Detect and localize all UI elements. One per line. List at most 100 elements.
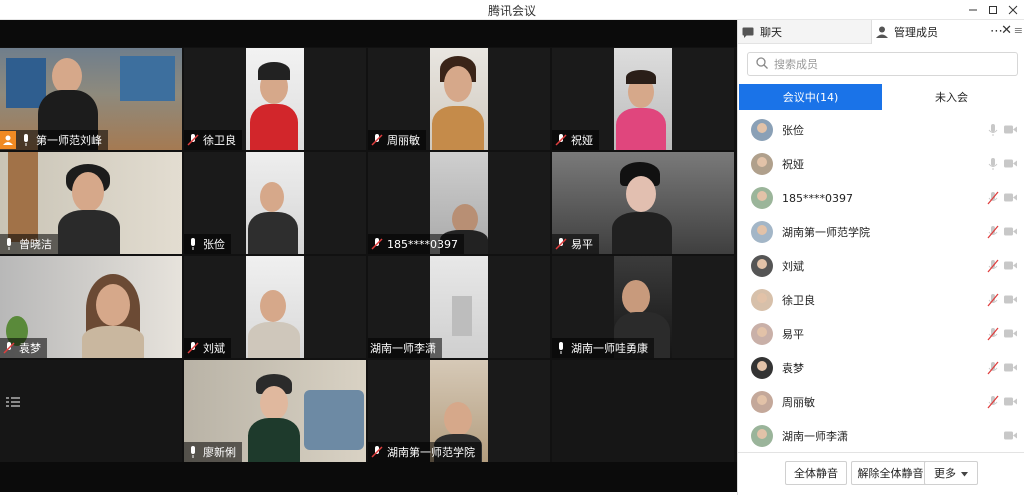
mute-all-button[interactable]: 全体静音	[785, 461, 847, 485]
video-tile[interactable]: 湖南一师哇勇康	[552, 256, 734, 358]
member-name: 湖南一师李潇	[782, 430, 848, 443]
member-row[interactable]: 湖南第一师范学院	[738, 215, 1024, 249]
tile-name-bar: 周丽敏	[368, 130, 426, 150]
member-list: 张俭祝娅 185****0397 湖南第一师范学院刘斌徐卫良易平袁梦周丽敏湖南一师李…	[738, 113, 1024, 453]
mic-muted-icon[interactable]	[987, 361, 999, 375]
mic-muted-icon[interactable]	[987, 259, 999, 273]
video-tile[interactable]: 周丽敏	[368, 48, 550, 150]
video-tile[interactable]: 廖新俐	[184, 360, 366, 462]
panel-close-icon[interactable]: ✕	[1001, 23, 1012, 38]
video-tile[interactable]: 刘斌	[184, 256, 366, 358]
list-view-icon[interactable]	[6, 396, 20, 412]
minimize-icon[interactable]	[963, 0, 983, 20]
mic-icon	[19, 133, 33, 147]
camera-icon[interactable]	[1004, 294, 1017, 305]
title-bar: 腾讯会议	[0, 0, 1024, 20]
avatar	[751, 391, 773, 413]
camera-icon[interactable]	[1004, 328, 1017, 339]
video-tile[interactable]: 曾晓洁	[0, 152, 182, 254]
mic-muted-icon	[554, 133, 568, 147]
avatar	[751, 187, 773, 209]
member-name: 刘斌	[782, 260, 804, 273]
mic-muted-icon[interactable]	[987, 327, 999, 341]
tile-name-bar: 袁梦	[0, 338, 47, 358]
mic-icon	[2, 237, 16, 251]
tile-name-bar: 张俭	[184, 234, 231, 254]
mic-muted-icon	[370, 237, 384, 251]
mic-muted-icon	[2, 341, 16, 355]
member-segments: 会议中(14) 未入会	[739, 84, 1021, 110]
mic-muted-icon[interactable]	[987, 293, 999, 307]
member-name: 祝娅	[782, 158, 804, 171]
mic-muted-icon	[186, 341, 200, 355]
member-row[interactable]: 185****0397	[738, 181, 1024, 215]
tab-chat[interactable]: 聊天	[738, 20, 871, 44]
member-search[interactable]	[747, 52, 1018, 76]
member-row[interactable]: 易平	[738, 317, 1024, 351]
mic-muted-icon	[554, 237, 568, 251]
tile-name-bar: 徐卫良	[184, 130, 242, 150]
tile-name-bar: 祝娅	[552, 130, 599, 150]
video-tile[interactable]: 祝娅	[552, 48, 734, 150]
video-tile[interactable]: 湖南一师李潇	[368, 256, 550, 358]
member-row[interactable]: 袁梦	[738, 351, 1024, 385]
member-name: 徐卫良	[782, 294, 815, 307]
avatar	[751, 255, 773, 277]
unmute-all-button[interactable]: 解除全体静音	[851, 461, 930, 485]
video-tile[interactable]: 185****0397	[368, 152, 550, 254]
camera-icon[interactable]	[1004, 396, 1017, 407]
tile-name-bar: 曾晓洁	[0, 234, 58, 254]
member-row[interactable]: 湖南一师李潇	[738, 419, 1024, 453]
video-tile[interactable]: 第一师范刘峰	[0, 48, 182, 150]
video-tile[interactable]: 湖南第一师范学院	[368, 360, 550, 462]
tab-not-joined[interactable]: 未入会	[882, 84, 1021, 110]
camera-icon[interactable]	[1004, 158, 1017, 169]
member-row[interactable]: 刘斌	[738, 249, 1024, 283]
camera-icon[interactable]	[1004, 430, 1017, 441]
menu-icon[interactable]: ≡	[1014, 24, 1023, 37]
camera-icon[interactable]	[1004, 260, 1017, 271]
more-button[interactable]: 更多	[924, 461, 978, 485]
mic-icon	[186, 445, 200, 459]
video-grid: 第一师范刘峰 徐卫良 周丽敏 祝娅 曾晓洁 张俭 185****0397 易平 …	[0, 48, 737, 462]
user-icon	[876, 25, 890, 39]
video-tile[interactable]: 袁梦	[0, 256, 182, 358]
camera-icon[interactable]	[1004, 226, 1017, 237]
tile-name-bar: 刘斌	[184, 338, 231, 358]
search-input[interactable]	[774, 57, 994, 71]
member-row[interactable]: 祝娅	[738, 147, 1024, 181]
avatar	[751, 153, 773, 175]
video-tile[interactable]: 易平	[552, 152, 734, 254]
panel-tabs: 聊天 管理成员 ⋯ ✕ ≡	[738, 20, 1024, 44]
window-title: 腾讯会议	[487, 4, 536, 18]
members-panel: 聊天 管理成员 ⋯ ✕ ≡ 会议中(14) 未入会 张俭祝娅 185****039…	[737, 20, 1024, 495]
avatar	[751, 357, 773, 379]
tile-name-bar: 185****0397	[368, 234, 464, 254]
member-row[interactable]: 周丽敏	[738, 385, 1024, 419]
maximize-icon[interactable]	[983, 0, 1003, 20]
video-top-band	[0, 20, 737, 47]
video-area: 第一师范刘峰 徐卫良 周丽敏 祝娅 曾晓洁 张俭 185****0397 易平 …	[0, 20, 737, 492]
panel-footer: 全体静音 解除全体静音 更多	[738, 452, 1024, 495]
camera-icon[interactable]	[1004, 124, 1017, 135]
mic-muted-icon[interactable]	[987, 395, 999, 409]
tab-in-meeting[interactable]: 会议中(14)	[739, 84, 882, 110]
video-tile[interactable]: 徐卫良	[184, 48, 366, 150]
mic-muted-icon	[370, 445, 384, 459]
video-tile[interactable]: 张俭	[184, 152, 366, 254]
video-tile-empty	[552, 360, 734, 462]
member-name: 周丽敏	[782, 396, 815, 409]
mic-icon[interactable]	[987, 157, 999, 171]
member-row[interactable]: 徐卫良	[738, 283, 1024, 317]
camera-icon[interactable]	[1004, 192, 1017, 203]
camera-icon[interactable]	[1004, 362, 1017, 373]
close-icon[interactable]	[1003, 0, 1023, 20]
mic-muted-icon[interactable]	[987, 225, 999, 239]
host-icon	[0, 131, 16, 149]
avatar	[751, 323, 773, 345]
mic-icon[interactable]	[987, 123, 999, 137]
avatar	[751, 289, 773, 311]
mic-muted-icon[interactable]	[987, 191, 999, 205]
member-row[interactable]: 张俭	[738, 113, 1024, 147]
member-name: 袁梦	[782, 362, 804, 375]
